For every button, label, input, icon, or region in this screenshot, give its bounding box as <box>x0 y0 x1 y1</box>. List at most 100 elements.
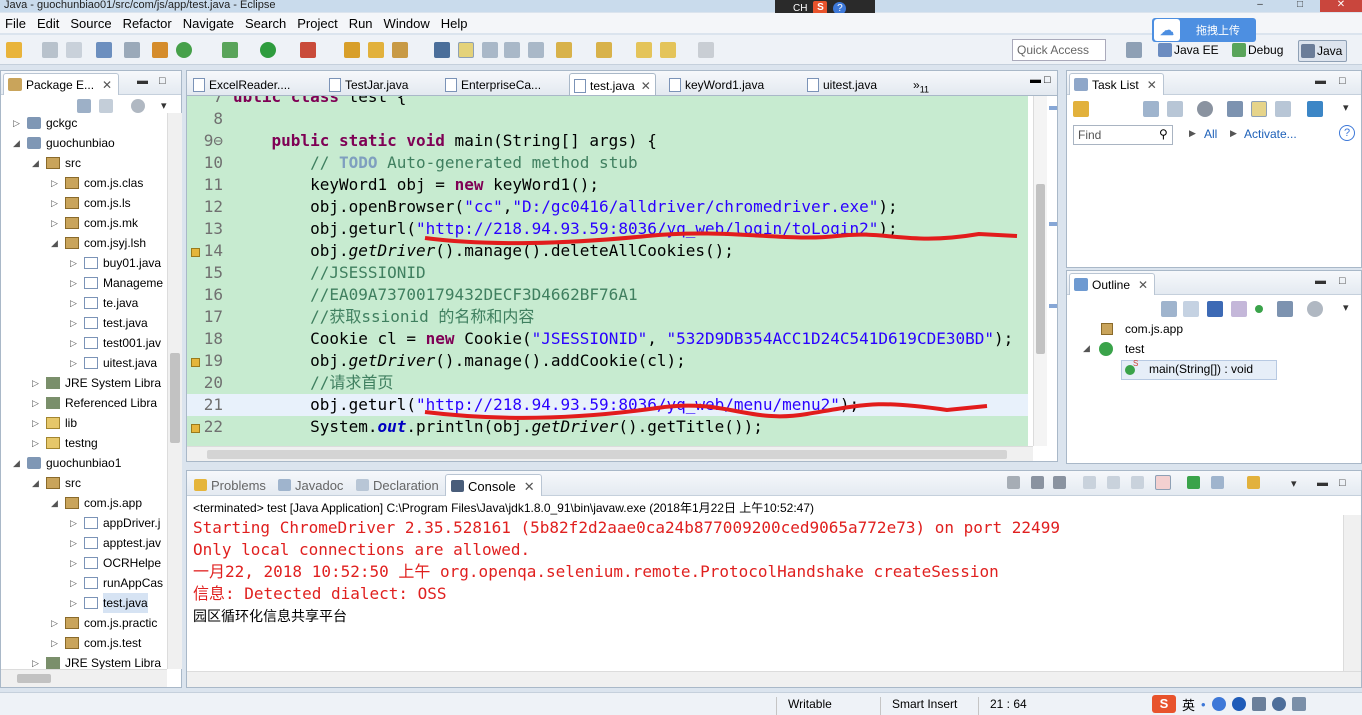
sort-icon[interactable] <box>1183 301 1199 317</box>
maximize-button[interactable]: □ <box>1280 0 1320 12</box>
coverage-icon[interactable] <box>300 42 316 58</box>
upload-widget[interactable]: ☁ 拖拽上传 <box>1152 18 1256 42</box>
hide-static-icon[interactable] <box>1231 301 1247 317</box>
forward-icon[interactable] <box>698 42 714 58</box>
expand-icon[interactable]: ▷ <box>51 633 58 653</box>
debug-icon[interactable] <box>222 42 238 58</box>
run-icon[interactable] <box>260 42 276 58</box>
menu-navigate[interactable]: Navigate <box>178 16 240 31</box>
pin-console-icon[interactable] <box>1187 476 1200 489</box>
punctuation-icon[interactable]: • <box>1201 697 1206 712</box>
editor-hscroll-thumb[interactable] <box>207 450 1007 459</box>
overview-marker[interactable] <box>1049 222 1057 226</box>
tree-item[interactable]: ▷ Manageme <box>1 273 167 293</box>
menu-help[interactable]: Help <box>436 16 474 31</box>
show-paragraph-icon[interactable] <box>528 42 544 58</box>
editor-vscrollbar[interactable] <box>1033 96 1047 446</box>
menu-search[interactable]: Search <box>240 16 292 31</box>
remove-launch-icon[interactable] <box>1031 476 1044 489</box>
activate-link[interactable]: Activate... <box>1244 127 1297 141</box>
expand-icon[interactable]: ▷ <box>70 553 77 573</box>
minimize-view-icon[interactable]: ▬ <box>1315 275 1326 287</box>
close-icon[interactable]: ✕ <box>641 79 651 93</box>
close-icon[interactable]: ✕ <box>524 479 535 494</box>
tree-item[interactable]: ◢ src <box>1 153 167 173</box>
new-icon[interactable] <box>6 42 22 58</box>
package-explorer-hscrollbar[interactable] <box>1 669 167 687</box>
next-annotation-icon[interactable] <box>434 42 450 58</box>
expand-icon[interactable]: ▷ <box>32 393 39 413</box>
maximize-view-icon[interactable]: □ <box>1339 75 1346 87</box>
expand-icon[interactable]: ▷ <box>70 253 77 273</box>
keyboard-icon[interactable] <box>1251 697 1266 711</box>
tree-item[interactable]: ▷ gckgc <box>1 113 167 133</box>
scheduled-icon[interactable] <box>1167 101 1183 117</box>
tree-item[interactable]: ▷ test001.jav <box>1 333 167 353</box>
word-wrap-icon[interactable] <box>1131 476 1144 489</box>
code-editor[interactable]: 7 ublic class test {8 9⊖ public static voi… <box>186 95 1058 462</box>
all-link[interactable]: All <box>1204 127 1217 141</box>
perspective-java[interactable]: Java <box>1298 40 1348 62</box>
filter-completed-icon[interactable] <box>1227 101 1243 117</box>
find-input[interactable]: Find <box>1073 125 1173 145</box>
hscroll-thumb[interactable] <box>17 674 51 683</box>
help-icon[interactable]: ? <box>1339 125 1355 141</box>
close-icon[interactable]: ✕ <box>1147 78 1157 92</box>
editor-minimize-icon[interactable]: ▬ <box>1030 74 1041 86</box>
tree-item[interactable]: ◢ com.jsyj.lsh <box>1 233 167 253</box>
collapse-icon[interactable]: ◢ <box>32 153 39 173</box>
menu-run[interactable]: Run <box>344 16 379 31</box>
hide-fields-icon[interactable] <box>1207 301 1223 317</box>
tree-item[interactable]: ◢ guochunbiao1 <box>1 453 167 473</box>
tab-declaration[interactable]: Declaration <box>351 474 445 496</box>
tree-item[interactable]: ▷ buy01.java <box>1 253 167 273</box>
console-vscrollbar[interactable] <box>1343 515 1361 671</box>
tree-item[interactable]: ◢ src <box>1 473 167 493</box>
close-button[interactable]: ✕ <box>1320 0 1362 12</box>
expand-icon[interactable]: ▷ <box>70 353 77 373</box>
open-console-icon[interactable] <box>1247 476 1260 489</box>
hide-local-types-icon[interactable] <box>1277 301 1293 317</box>
minimize-button[interactable]: – <box>1240 0 1280 12</box>
tree-item[interactable]: ▷ JRE System Libra <box>1 373 167 393</box>
outline-package[interactable]: com.js.app <box>1125 322 1183 336</box>
editor-hscrollbar[interactable] <box>187 446 1033 461</box>
tree-item[interactable]: ▷ runAppCas <box>1 573 167 593</box>
tab-console[interactable]: Console ✕ <box>445 474 542 496</box>
menu-edit[interactable]: Edit <box>32 16 65 31</box>
perspective-java-ee[interactable]: Java EE <box>1156 40 1223 62</box>
refresh-icon[interactable] <box>176 42 192 58</box>
tree-item[interactable]: ▷ test.java <box>1 313 167 333</box>
new-task-icon[interactable] <box>1073 101 1089 117</box>
tree-item[interactable]: ▷ apptest.jav <box>1 533 167 553</box>
package-explorer-scrollbar[interactable] <box>167 113 182 669</box>
tree-item[interactable]: ▷ appDriver.j <box>1 513 167 533</box>
save-icon[interactable] <box>42 42 58 58</box>
expand-icon[interactable]: ▷ <box>70 573 77 593</box>
tree-item[interactable]: ▷ com.js.mk <box>1 213 167 233</box>
collapse-icon[interactable]: ◢ <box>13 133 20 153</box>
task-list-tab[interactable]: Task List ✕ <box>1069 73 1164 95</box>
show-on-output-icon[interactable] <box>1155 475 1171 490</box>
close-icon[interactable]: ✕ <box>1138 278 1148 292</box>
outline-tab[interactable]: Outline ✕ <box>1069 273 1156 295</box>
expand-icon[interactable]: ▷ <box>32 433 39 453</box>
tree-item[interactable]: ◢ guochunbiao <box>1 133 167 153</box>
maximize-view-icon[interactable]: □ <box>159 75 166 87</box>
back-icon[interactable] <box>660 42 676 58</box>
hide-nonpublic-icon[interactable] <box>1255 305 1263 313</box>
expand-icon[interactable]: ◢ <box>1083 343 1090 354</box>
open-type-icon[interactable] <box>368 42 384 58</box>
minimize-view-icon[interactable]: ▬ <box>1315 75 1326 87</box>
expand-icon[interactable]: ▷ <box>70 513 77 533</box>
overview-marker[interactable] <box>1049 304 1057 308</box>
ime-status-bar[interactable]: S 英 • <box>1148 693 1362 715</box>
show-whitespace-icon[interactable] <box>504 42 520 58</box>
skip-breakpoints-icon[interactable] <box>124 42 140 58</box>
search-icon[interactable] <box>392 42 408 58</box>
editor-tab[interactable]: ExcelReader.... <box>189 73 294 96</box>
expand-icon[interactable]: ▷ <box>51 213 58 233</box>
open-perspective-icon[interactable] <box>1126 42 1142 58</box>
tree-item[interactable]: ▷ com.js.test <box>1 633 167 653</box>
tree-item[interactable]: ▷ Referenced Libra <box>1 393 167 413</box>
